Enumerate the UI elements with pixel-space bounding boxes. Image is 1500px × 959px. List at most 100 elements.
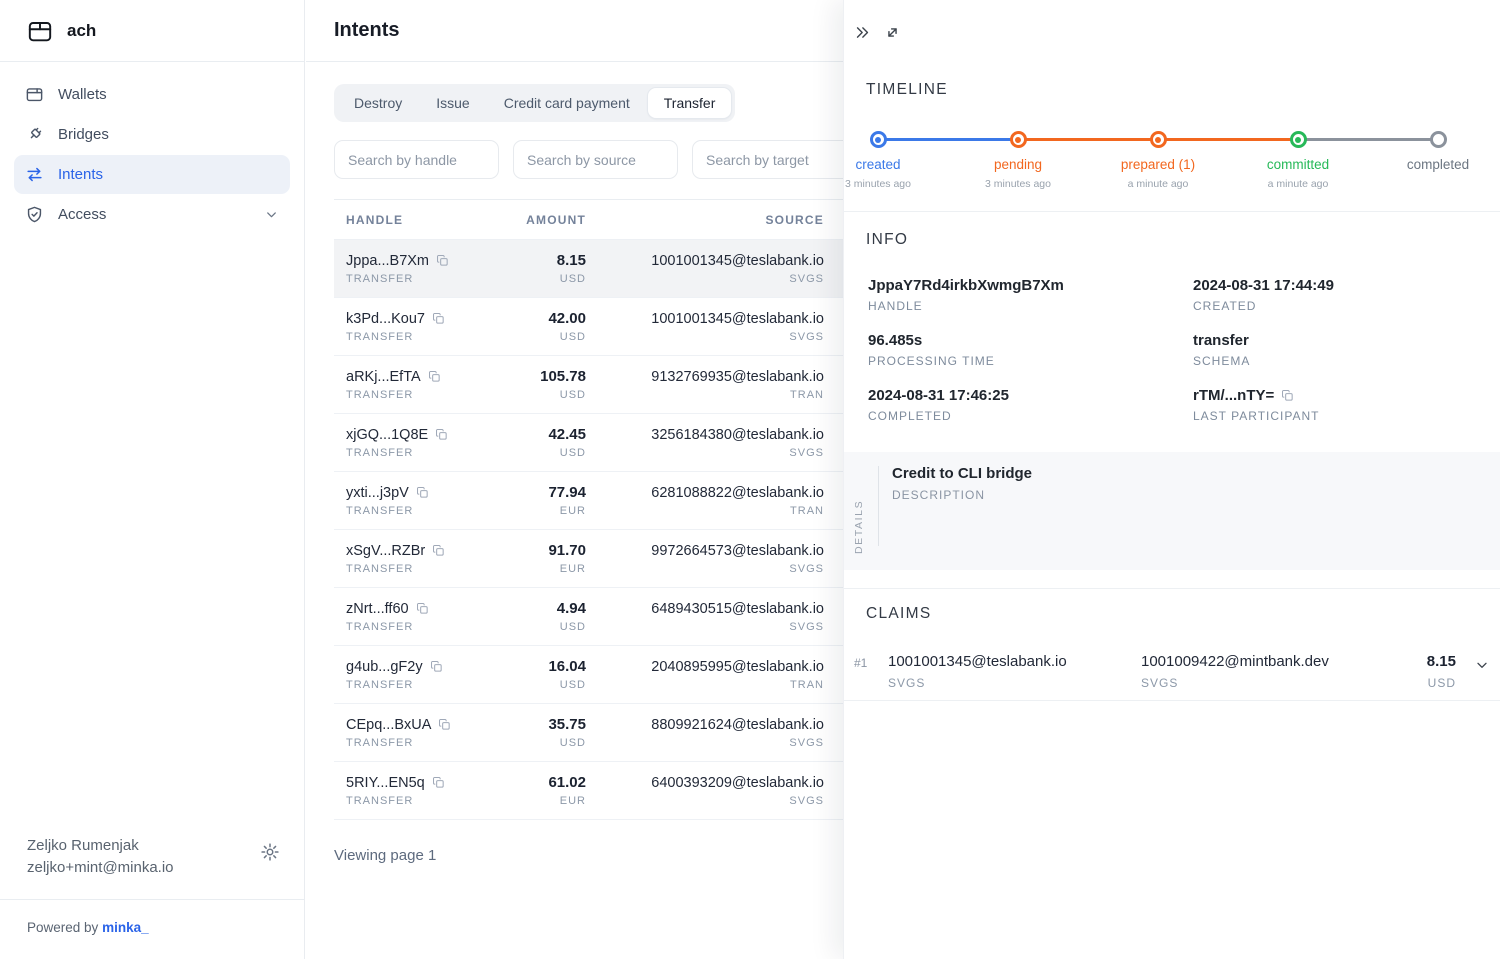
table-row[interactable]: yxti...j3pV TRANSFER 77.94 EUR 628108882… [334,472,854,530]
intent-type: TRANSFER [346,795,514,807]
intent-handle: CEpq...BxUA [346,717,431,733]
column-header-amount: AMOUNT [514,213,586,227]
minka-brand-link[interactable]: minka_ [102,920,149,935]
swap-arrows-icon [25,165,44,184]
intent-amount: 105.78 [514,368,586,385]
copy-icon[interactable] [435,428,448,441]
intent-source-symbol: SVGS [586,447,824,459]
table-row[interactable]: k3Pd...Kou7 TRANSFER 42.00 USD 100100134… [334,298,854,356]
table-row[interactable]: Jppa...B7Xm TRANSFER 8.15 USD 1001001345… [334,240,854,298]
intent-currency: USD [514,621,586,633]
intent-source: 3256184380@teslabank.io [586,427,824,443]
intent-handle: aRKj...EfTA [346,369,421,385]
copy-icon[interactable] [416,602,429,615]
expand-panel-icon[interactable] [884,24,901,41]
copy-icon[interactable] [438,718,451,731]
search-by-source-input[interactable] [513,140,678,179]
timeline-connector [1018,138,1158,141]
table-row[interactable]: CEpq...BxUA TRANSFER 35.75 USD 880992162… [334,704,854,762]
table-row[interactable]: aRKj...EfTA TRANSFER 105.78 USD 91327699… [334,356,854,414]
intent-amount: 8.15 [514,252,586,269]
intent-detail-panel: TIMELINE created 3 minutes ago pending 3… [843,0,1500,959]
sidebar-item-label: Access [58,206,106,223]
intent-amount: 35.75 [514,716,586,733]
info-field-processing-time: 96.485s PROCESSING TIME [868,332,1193,368]
collapse-panel-icon[interactable] [854,24,871,41]
intent-source: 1001001345@teslabank.io [586,311,824,327]
page-title: Intents [334,19,400,42]
table-row[interactable]: zNrt...ff60 TRANSFER 4.94 USD 6489430515… [334,588,854,646]
sidebar-item-intents[interactable]: Intents [14,155,290,194]
tab-destroy[interactable]: Destroy [338,88,418,118]
intent-source-symbol: TRAN [586,505,824,517]
intent-source: 2040895995@teslabank.io [586,659,824,675]
intent-currency: EUR [514,563,586,575]
sidebar-item-access[interactable]: Access [14,195,290,234]
copy-icon[interactable] [432,312,445,325]
tab-credit-card-payment[interactable]: Credit card payment [488,88,646,118]
timeline-connector [878,138,1018,141]
intent-currency: EUR [514,505,586,517]
intents-table: HANDLE AMOUNT SOURCE Jppa...B7Xm TRANSFE… [334,199,854,820]
timeline-step-time: a minute ago [1128,178,1189,190]
intent-source: 9132769935@teslabank.io [586,369,824,385]
chevron-down-icon[interactable] [1474,657,1490,673]
intent-handle: Jppa...B7Xm [346,253,429,269]
search-by-handle-input[interactable] [334,140,499,179]
table-row[interactable]: g4ub...gF2y TRANSFER 16.04 USD 204089599… [334,646,854,704]
intent-source-symbol: SVGS [586,795,824,807]
intent-source: 8809921624@teslabank.io [586,717,824,733]
sidebar-item-bridges[interactable]: Bridges [14,115,290,154]
user-block: Zeljko Rumenjak zeljko+mint@minka.io [0,819,304,899]
claims-heading: CLAIMS [866,605,932,623]
intent-type: TRANSFER [346,679,514,691]
info-field-completed: 2024-08-31 17:46:25 COMPLETED [868,387,1193,423]
intent-handle: zNrt...ff60 [346,601,409,617]
sidebar-item-wallets[interactable]: Wallets [14,75,290,114]
table-body: Jppa...B7Xm TRANSFER 8.15 USD 1001001345… [334,240,854,820]
info-grid: JppaY7Rd4irkbXwmgB7Xm HANDLE 2024-08-31 … [868,277,1470,423]
table-row[interactable]: xSgV...RZBr TRANSFER 91.70 EUR 997266457… [334,530,854,588]
intent-type: TRANSFER [346,331,514,343]
user-name: Zeljko Rumenjak [27,835,277,857]
copy-icon[interactable] [430,660,443,673]
sidebar-item-label: Bridges [58,126,109,143]
sidebar: ach Wallets Bridges Intents [0,0,305,959]
copy-icon[interactable] [436,254,449,267]
column-header-handle: HANDLE [346,213,514,227]
intent-handle: xSgV...RZBr [346,543,425,559]
timeline-node [1010,131,1027,148]
powered-by: Powered by minka_ [0,900,304,959]
copy-icon[interactable] [416,486,429,499]
info-field-schema: transfer SCHEMA [1193,332,1470,368]
timeline-node [1430,131,1447,148]
tab-issue[interactable]: Issue [420,88,485,118]
description-label: DESCRIPTION [892,488,1032,502]
tab-transfer[interactable]: Transfer [648,88,732,118]
claim-row[interactable]: #1 1001001345@teslabank.io SVGS 10010094… [844,646,1500,700]
intent-currency: USD [514,737,586,749]
info-field-handle: JppaY7Rd4irkbXwmgB7Xm HANDLE [868,277,1193,313]
intent-amount: 4.94 [514,600,586,617]
search-by-target-input[interactable] [692,140,857,179]
sidebar-nav: Wallets Bridges Intents Access [0,62,304,234]
table-row[interactable]: 5RIY...EN5q TRANSFER 61.02 EUR 640039320… [334,762,854,820]
intent-source: 6489430515@teslabank.io [586,601,824,617]
copy-icon[interactable] [432,544,445,557]
timeline-step-time: 3 minutes ago [845,178,911,190]
copy-icon[interactable] [1281,389,1294,402]
intent-handle: g4ub...gF2y [346,659,423,675]
intent-source-symbol: TRAN [586,679,824,691]
copy-icon[interactable] [432,776,445,789]
intent-source: 6281088822@teslabank.io [586,485,824,501]
intent-source-symbol: SVGS [586,563,824,575]
intent-currency: USD [514,331,586,343]
gear-icon[interactable] [260,842,280,862]
table-row[interactable]: xjGQ...1Q8E TRANSFER 42.45 USD 325618438… [334,414,854,472]
powered-by-text: Powered by [27,920,98,935]
intent-amount: 91.70 [514,542,586,559]
copy-icon[interactable] [428,370,441,383]
intent-currency: USD [514,389,586,401]
panel-divider [844,211,1500,212]
timeline-connector [1158,138,1298,141]
